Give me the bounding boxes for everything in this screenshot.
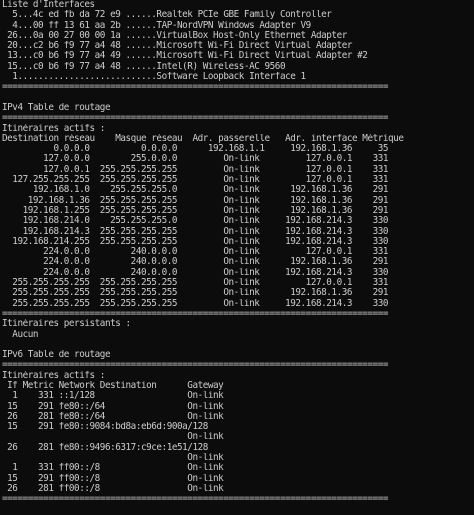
console-line: 15...c0 b6 f9 77 a4 48 ......Intel(R) Wi… <box>2 61 286 72</box>
console-line: ========================================… <box>2 360 389 371</box>
console-line: 20...c2 b6 f9 77 a4 48 ......Microsoft W… <box>2 41 353 52</box>
console-line: If Metric Network Destination Gateway <box>2 380 224 391</box>
console-line: On-link <box>2 453 224 464</box>
console-line: 26 281 fe80::9496:6317:c9ce:1e51/128 <box>2 442 208 453</box>
console-line: Destination réseau Masque réseau Adr. pa… <box>2 133 404 144</box>
console-line: 192.168.1.0 255.255.255.0 On-link 192.16… <box>2 185 389 196</box>
console-line: 1...........................Software Loo… <box>2 72 306 83</box>
console-line: Itinéraires actifs : <box>2 370 105 381</box>
console-line: 0.0.0.0 0.0.0.0 192.168.1.1 192.168.1.36… <box>2 144 389 155</box>
console-line: 192.168.1.36 255.255.255.255 On-link 192… <box>2 195 389 206</box>
console-line: 255.255.255.255 255.255.255.255 On-link … <box>2 278 389 289</box>
console-line: 26 281 ff00::/8 On-link <box>2 483 224 494</box>
console-line: 15 291 ff00::/8 On-link <box>2 473 224 484</box>
console-line: 13...c0 b6 f9 77 a4 49 ......Microsoft W… <box>2 51 368 62</box>
console-line: 15 291 fe80::9084:bd8a:eb6d:900a/128 <box>2 422 208 433</box>
console-line: ========================================… <box>2 82 389 93</box>
console-line: 224.0.0.0 240.0.0.0 On-link 127.0.0.1 33… <box>2 247 389 258</box>
console-line: 127.0.0.0 255.0.0.0 On-link 127.0.0.1 33… <box>2 154 389 165</box>
console-line: 15 291 fe80::/64 On-link <box>2 401 224 412</box>
console-line: 192.168.214.3 255.255.255.255 On-link 19… <box>2 226 389 237</box>
console-line: ========================================… <box>2 113 389 124</box>
console-line: 1 331 ff00::/8 On-link <box>2 463 224 474</box>
console-line: ========================================… <box>2 494 389 505</box>
console-line: 192.168.1.255 255.255.255.255 On-link 19… <box>2 205 389 216</box>
console-line: On-link <box>2 432 224 443</box>
console-line: 26 281 fe80::/64 On-link <box>2 411 224 422</box>
console-line: Aucun <box>2 329 39 340</box>
console-line: IPv4 Table de routage <box>2 102 111 113</box>
console-line: ========================================… <box>2 308 389 319</box>
console-line: 224.0.0.0 240.0.0.0 On-link 192.168.1.36… <box>2 257 389 268</box>
console-line: 192.168.214.255 255.255.255.255 On-link … <box>2 236 389 247</box>
console-line: IPv6 Table de routage <box>2 350 111 361</box>
console-line: 1 331 ::1/128 On-link <box>2 391 224 402</box>
console-line: 127.0.0.1 255.255.255.255 On-link 127.0.… <box>2 164 389 175</box>
console-line: 5...4c ed fb da 72 e9 ......Realtek PCIe… <box>2 10 332 21</box>
console-output[interactable]: Liste d'Interfaces 5...4c ed fb da 72 e9… <box>0 0 474 515</box>
console-line: Itinéraires persistants : <box>2 319 131 330</box>
console-line: Itinéraires actifs : <box>2 123 105 134</box>
console-line: 255.255.255.255 255.255.255.255 On-link … <box>2 288 389 299</box>
console-line: Liste d'Interfaces <box>2 0 95 10</box>
console-line: 26...0a 00 27 00 00 1a ......VirtualBox … <box>2 30 347 41</box>
console-line: 224.0.0.0 240.0.0.0 On-link 192.168.214.… <box>2 267 389 278</box>
console-line: 255.255.255.255 255.255.255.255 On-link … <box>2 298 389 309</box>
console-line: 4...00 ff 13 61 aa 2b ......TAP-NordVPN … <box>2 20 311 31</box>
console-line: 127.255.255.255 255.255.255.255 On-link … <box>2 175 389 186</box>
console-line: 192.168.214.0 255.255.255.0 On-link 192.… <box>2 216 389 227</box>
